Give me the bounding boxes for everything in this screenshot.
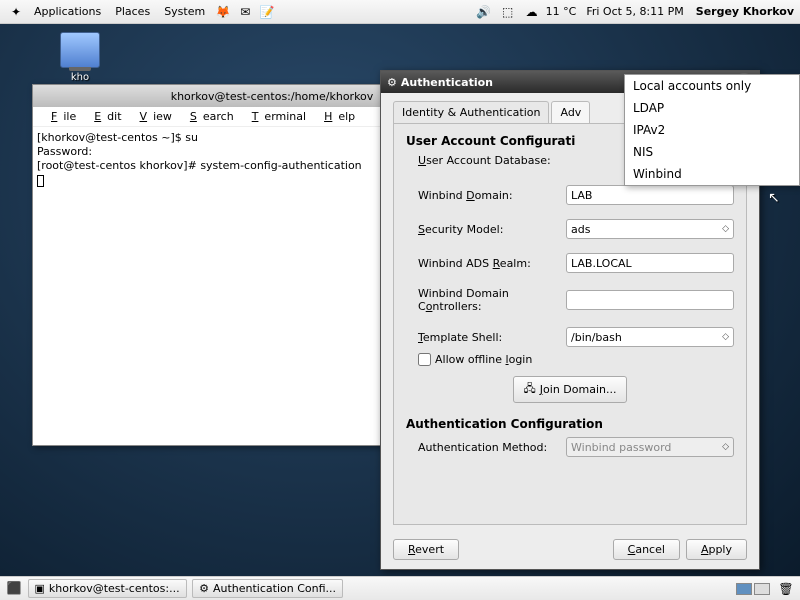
- distro-icon: ✦: [8, 4, 24, 20]
- label-account-database: User Account Database:: [406, 154, 566, 167]
- tab-advanced[interactable]: Adv: [551, 101, 590, 123]
- chevron-updown-icon: ◇: [722, 442, 729, 452]
- auth-title-icon: ⚙: [387, 76, 397, 89]
- top-panel: ✦ Applications Places System 🦊 ✉ 📝 🔊 ⬚ ☁…: [0, 0, 800, 24]
- label-template-shell: Template Shell:: [406, 331, 566, 344]
- section-auth-config: Authentication Configuration: [406, 417, 734, 431]
- menu-applications[interactable]: Applications: [28, 2, 107, 21]
- label-offline-login: Allow offline login: [435, 353, 532, 366]
- chevron-updown-icon: ◇: [722, 332, 729, 342]
- label-domain-controllers: Winbind Domain Controllers:: [406, 287, 566, 313]
- datetime-label: Fri Oct 5, 8:11 PM: [586, 5, 683, 18]
- dropdown-option-local[interactable]: Local accounts only: [625, 75, 799, 97]
- trash-icon[interactable]: 🗑: [778, 581, 794, 597]
- terminal-menu-file[interactable]: File: [39, 108, 82, 125]
- input-winbind-domain[interactable]: [566, 185, 734, 205]
- dropdown-option-ipav2[interactable]: IPAv2: [625, 119, 799, 141]
- taskbar-terminal[interactable]: ▣khorkov@test-centos:...: [28, 579, 187, 598]
- auth-title-text: Authentication: [401, 76, 493, 89]
- input-domain-controllers[interactable]: [566, 290, 734, 310]
- show-desktop-icon[interactable]: ⬛: [6, 580, 22, 596]
- terminal-task-icon: ▣: [35, 582, 45, 595]
- label-winbind-domain: Winbind Domain:: [406, 189, 566, 202]
- terminal-menu-terminal[interactable]: Terminal: [240, 108, 312, 125]
- computer-icon: [60, 32, 100, 68]
- weather-icon: ☁: [524, 4, 540, 20]
- temperature-label: 11 °C: [546, 5, 577, 18]
- desktop-icon-label: kho: [50, 72, 110, 83]
- volume-icon[interactable]: 🔊: [476, 4, 492, 20]
- cancel-button[interactable]: Cancel: [613, 539, 680, 560]
- firefox-icon[interactable]: 🦊: [215, 4, 231, 20]
- workspace-pager[interactable]: [736, 583, 770, 595]
- account-database-dropdown: Local accounts only LDAP IPAv2 NIS Winbi…: [624, 74, 800, 186]
- label-auth-method: Authentication Method:: [406, 441, 566, 454]
- label-ads-realm: Winbind ADS Realm:: [406, 257, 566, 270]
- terminal-menu-view[interactable]: View: [128, 108, 178, 125]
- input-ads-realm[interactable]: [566, 253, 734, 273]
- join-domain-button[interactable]: 🖧Join Domain...: [513, 376, 628, 403]
- terminal-menu-edit[interactable]: Edit: [82, 108, 127, 125]
- select-security-model[interactable]: ads◇: [566, 219, 734, 239]
- label-security-model: Security Model:: [406, 223, 566, 236]
- dropdown-option-winbind[interactable]: Winbind: [625, 163, 799, 185]
- terminal-menu-search[interactable]: Search: [178, 108, 240, 125]
- network-icon[interactable]: ⬚: [500, 4, 516, 20]
- dropdown-option-nis[interactable]: NIS: [625, 141, 799, 163]
- user-label[interactable]: Sergey Khorkov: [696, 5, 794, 18]
- apply-button[interactable]: Apply: [686, 539, 747, 560]
- dropdown-option-ldap[interactable]: LDAP: [625, 97, 799, 119]
- join-icon: 🖧: [524, 380, 536, 399]
- terminal-cursor: [37, 175, 44, 187]
- mouse-cursor: ↖: [768, 190, 780, 206]
- mail-icon[interactable]: ✉: [237, 4, 253, 20]
- desktop-computer-icon[interactable]: kho: [50, 32, 110, 83]
- select-auth-method: Winbind password◇: [566, 437, 734, 457]
- select-template-shell[interactable]: /bin/bash◇: [566, 327, 734, 347]
- bottom-panel: ⬛ ▣khorkov@test-centos:... ⚙Authenticati…: [0, 576, 800, 600]
- menu-system[interactable]: System: [158, 2, 211, 21]
- auth-task-icon: ⚙: [199, 582, 209, 595]
- menu-places[interactable]: Places: [109, 2, 156, 21]
- taskbar-auth[interactable]: ⚙Authentication Confi...: [192, 579, 343, 598]
- terminal-menu-help[interactable]: Help: [312, 108, 361, 125]
- chevron-updown-icon: ◇: [722, 224, 729, 234]
- tab-identity-auth[interactable]: Identity & Authentication: [393, 101, 549, 123]
- revert-button[interactable]: Revert: [393, 539, 459, 560]
- checkbox-offline-login[interactable]: [418, 353, 431, 366]
- note-icon[interactable]: 📝: [259, 4, 275, 20]
